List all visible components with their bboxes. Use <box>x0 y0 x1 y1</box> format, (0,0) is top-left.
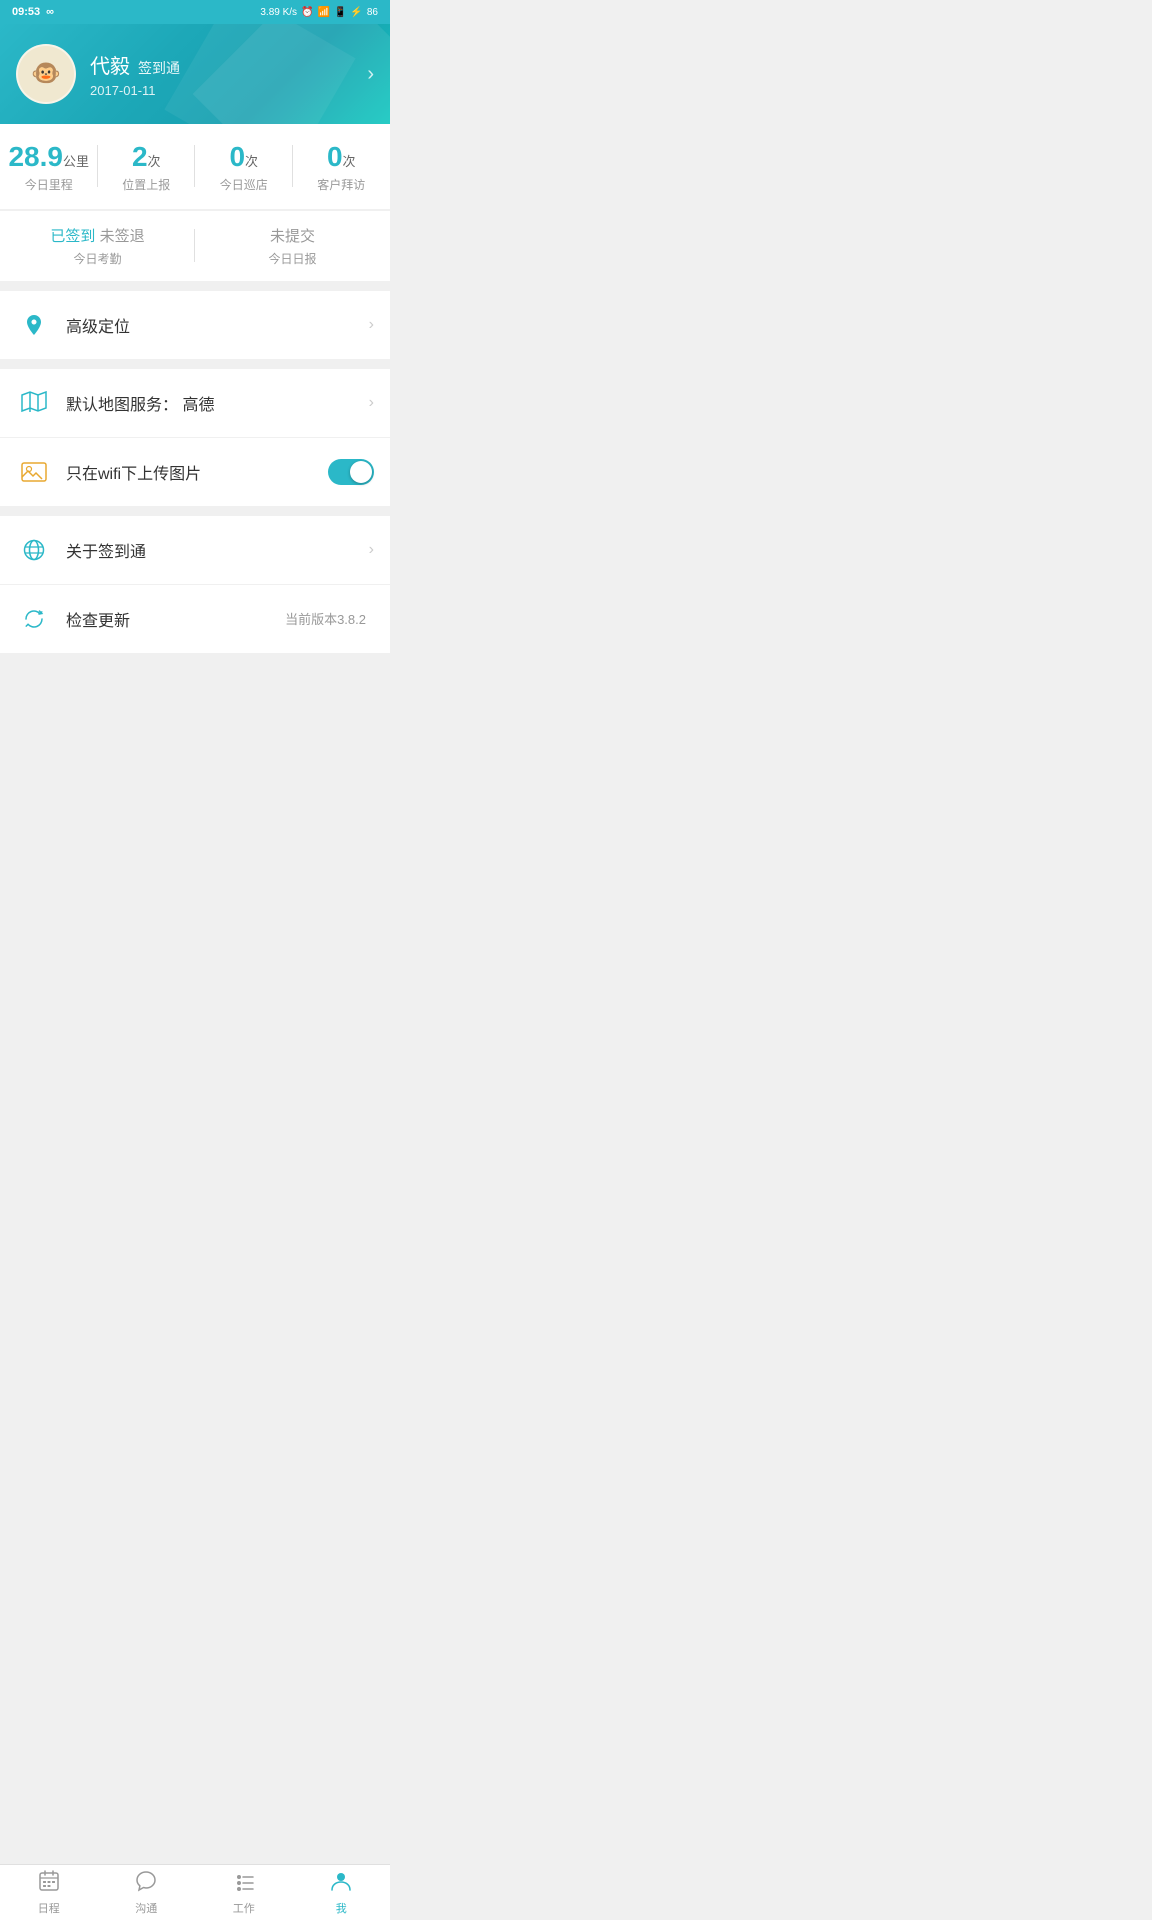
report-status: 未提交 <box>270 228 315 245</box>
signed-out-status: 未签退 <box>100 228 145 245</box>
menu-item-wifi-upload[interactable]: 只在wifi下上传图片 <box>0 438 390 506</box>
nav-work-label: 工作 <box>233 1900 255 1916</box>
nav-me-label: 我 <box>336 1900 347 1916</box>
status-speed: 3.89 K/s <box>260 7 297 18</box>
stats-section: 28.9公里 今日里程 2次 位置上报 0次 今日巡店 0次 客户拜访 <box>0 124 390 209</box>
avatar: 🐵 <box>16 44 76 104</box>
header-banner[interactable]: 🐵 代毅 签到通 2017-01-11 › <box>0 24 390 124</box>
advanced-location-label: 高级定位 <box>66 313 369 337</box>
current-version: 当前版本3.8.2 <box>285 609 366 628</box>
stat-mileage: 28.9公里 今日里程 <box>0 140 98 193</box>
menu-item-advanced-location[interactable]: 高级定位 › <box>0 291 390 359</box>
attendance-section: 已签到 未签退 今日考勤 未提交 今日日报 <box>0 211 390 281</box>
advanced-location-arrow-icon: › <box>369 316 374 334</box>
menu-item-update[interactable]: 检查更新 当前版本3.8.2 <box>0 585 390 653</box>
about-label: 关于签到通 <box>66 538 369 562</box>
image-upload-icon <box>16 454 52 490</box>
attendance-check: 已签到 未签退 今日考勤 <box>0 225 195 267</box>
user-name-text: 代毅 <box>90 50 130 79</box>
globe-icon <box>16 532 52 568</box>
menu-group-about: 关于签到通 › 检查更新 当前版本3.8.2 <box>0 516 390 653</box>
nav-item-chat[interactable]: 沟通 <box>98 1865 196 1920</box>
refresh-icon <box>16 601 52 637</box>
status-signal-icon: 📱 <box>334 7 346 18</box>
nav-item-me[interactable]: 我 <box>293 1865 391 1920</box>
avatar-emoji: 🐵 <box>31 62 61 86</box>
report-label: 今日日报 <box>195 250 390 267</box>
wifi-upload-label: 只在wifi下上传图片 <box>66 460 328 484</box>
attendance-label: 今日考勤 <box>0 250 195 267</box>
menu-group-settings: 默认地图服务： 高德 › 只在wifi下上传图片 <box>0 369 390 506</box>
update-label: 检查更新 <box>66 607 285 631</box>
menu-item-map-service[interactable]: 默认地图服务： 高德 › <box>0 369 390 438</box>
stat-store-visit: 0次 今日巡店 <box>195 140 293 193</box>
calendar-icon <box>38 1870 60 1898</box>
work-icon <box>233 1870 255 1898</box>
status-bolt-icon: ⚡ <box>350 7 362 18</box>
toggle-knob <box>350 461 372 483</box>
status-bar: 09:53 ∞ 3.89 K/s ⏰ 📶 📱 ⚡ 86 <box>0 0 390 24</box>
status-infinity: ∞ <box>46 6 54 18</box>
user-info: 代毅 签到通 2017-01-11 <box>90 50 180 98</box>
chat-icon <box>135 1870 157 1898</box>
wifi-upload-toggle[interactable] <box>328 459 374 485</box>
about-arrow-icon: › <box>369 541 374 559</box>
status-time: 09:53 <box>12 6 40 18</box>
header-chevron-right-icon[interactable]: › <box>367 63 374 86</box>
nav-chat-label: 沟通 <box>135 1900 157 1916</box>
daily-report: 未提交 今日日报 <box>195 225 390 267</box>
status-battery: 86 <box>367 7 378 18</box>
status-wifi-icon: 📶 <box>318 7 330 18</box>
user-date: 2017-01-11 <box>90 83 180 98</box>
nav-schedule-label: 日程 <box>38 1900 60 1916</box>
menu-group-location: 高级定位 › <box>0 291 390 359</box>
nav-item-work[interactable]: 工作 <box>195 1865 293 1920</box>
status-clock-icon: ⏰ <box>301 7 313 18</box>
stat-customer-visit: 0次 客户拜访 <box>293 140 391 193</box>
bottom-nav: 日程 沟通 工作 我 <box>0 1864 390 1920</box>
map-icon <box>16 385 52 421</box>
me-icon <box>330 1870 352 1898</box>
map-service-label: 默认地图服务： 高德 <box>66 391 369 415</box>
nav-item-schedule[interactable]: 日程 <box>0 1865 98 1920</box>
menu-item-about[interactable]: 关于签到通 › <box>0 516 390 585</box>
location-pin-icon <box>16 307 52 343</box>
signed-in-status: 已签到 <box>50 228 95 245</box>
stat-location-report: 2次 位置上报 <box>98 140 196 193</box>
map-service-arrow-icon: › <box>369 394 374 412</box>
menu-section: 高级定位 › 默认地图服务： 高德 › <box>0 291 390 653</box>
app-name-text: 签到通 <box>138 58 180 78</box>
